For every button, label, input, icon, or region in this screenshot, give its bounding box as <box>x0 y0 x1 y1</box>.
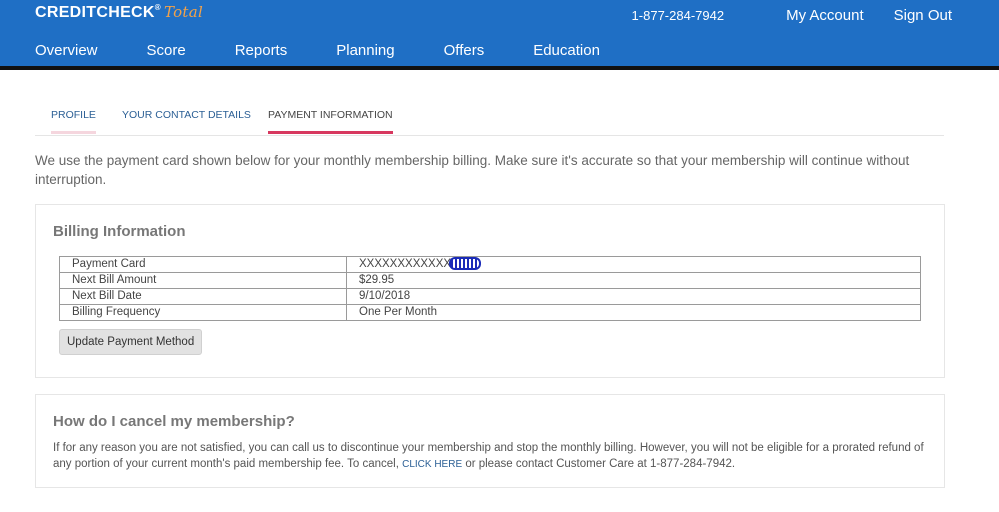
table-row: Next Bill Amount $29.95 <box>59 272 921 289</box>
nav-overview[interactable]: Overview <box>35 42 98 59</box>
payment-card-value: XXXXXXXXXXXX <box>346 256 921 273</box>
nav-score[interactable]: Score <box>147 42 186 59</box>
account-tabs: PROFILE YOUR CONTACT DETAILS PAYMENT INF… <box>35 109 944 136</box>
payment-card-number: XXXXXXXXXXXX <box>359 258 452 270</box>
tab-underline <box>51 131 96 134</box>
header-phone: 1-877-284-7942 <box>631 8 725 23</box>
tab-contact-details-label: YOUR CONTACT DETAILS <box>122 109 251 121</box>
billing-information-panel: Billing Information Payment Card XXXXXXX… <box>35 204 945 378</box>
sign-out-link[interactable]: Sign Out <box>894 7 952 24</box>
next-bill-amount-label: Next Bill Amount <box>59 272 347 289</box>
nav-reports[interactable]: Reports <box>235 42 288 59</box>
payment-card-label: Payment Card <box>59 256 347 273</box>
redaction-scribble <box>449 257 482 271</box>
my-account-link[interactable]: My Account <box>786 7 864 24</box>
header-bottom-border <box>0 66 999 70</box>
next-bill-amount-value: $29.95 <box>346 272 921 289</box>
top-header-bar: CREDITCHECK® Total 1-877-284-7942 My Acco… <box>0 0 999 67</box>
table-row: Next Bill Date 9/10/2018 <box>59 288 921 305</box>
cancel-membership-title: How do I cancel my membership? <box>53 413 295 430</box>
header-utility-links: 1-877-284-7942 My Account Sign Out <box>632 7 952 24</box>
creditcheck-logo[interactable]: CREDITCHECK® Total <box>35 3 203 22</box>
table-row: Payment Card XXXXXXXXXXXX <box>59 256 921 273</box>
main-navigation: Overview Score Reports Planning Offers E… <box>35 42 649 59</box>
tab-contact-details[interactable]: YOUR CONTACT DETAILS <box>122 109 251 134</box>
intro-text: We use the payment card shown below for … <box>35 153 910 187</box>
nav-planning[interactable]: Planning <box>336 42 394 59</box>
logo-text: CREDITCHECK <box>35 4 155 21</box>
tab-active-underline <box>268 131 393 134</box>
tab-payment-information-label: PAYMENT INFORMATION <box>268 109 393 121</box>
logo-registered-mark: ® <box>154 3 161 12</box>
next-bill-date-value: 9/10/2018 <box>346 288 921 305</box>
billing-information-title: Billing Information <box>53 223 186 240</box>
tab-payment-information[interactable]: PAYMENT INFORMATION <box>268 109 393 134</box>
cancel-membership-panel: How do I cancel my membership? If for an… <box>35 394 945 488</box>
click-here-link[interactable]: CLICK HERE <box>402 459 462 470</box>
logo-suffix: Total <box>163 3 204 21</box>
billing-table: Payment Card XXXXXXXXXXXX Next Bill Amou… <box>59 256 921 321</box>
cancel-membership-text: If for any reason you are not satisfied,… <box>53 440 933 473</box>
tab-profile-label: PROFILE <box>51 109 96 121</box>
nav-education[interactable]: Education <box>533 42 600 59</box>
update-payment-method-button[interactable]: Update Payment Method <box>59 329 203 355</box>
nav-offers[interactable]: Offers <box>444 42 485 59</box>
cancel-text-after: or please contact Customer Care at 1-877… <box>465 458 736 470</box>
table-row: Billing Frequency One Per Month <box>59 304 921 321</box>
billing-frequency-value: One Per Month <box>346 304 921 321</box>
tab-profile[interactable]: PROFILE <box>51 109 96 134</box>
next-bill-date-label: Next Bill Date <box>59 288 347 305</box>
billing-frequency-label: Billing Frequency <box>59 304 347 321</box>
